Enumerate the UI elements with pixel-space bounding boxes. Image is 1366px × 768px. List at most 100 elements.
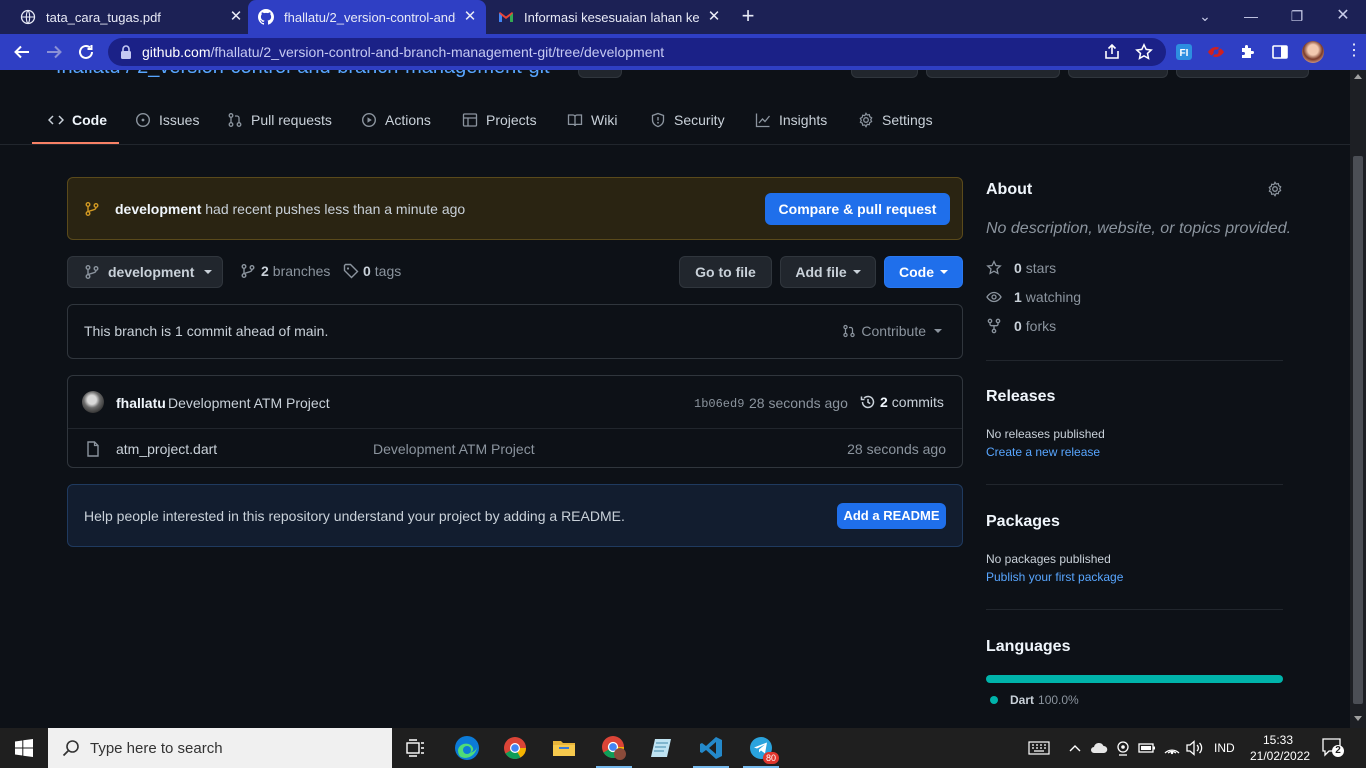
scrollbar-thumb[interactable] [1353, 156, 1363, 704]
chrome-profile-icon [602, 736, 626, 760]
webcam-icon[interactable] [1114, 739, 1132, 757]
create-release-link[interactable]: Create a new release [986, 445, 1100, 459]
tab-gmail[interactable]: Informasi kesesuaian lahan kedelai ✕ [490, 0, 722, 34]
search-icon [62, 740, 79, 757]
tab-issues[interactable]: Issues [135, 104, 199, 136]
file-commit-message[interactable]: Development ATM Project [373, 441, 535, 457]
code-dropdown-button[interactable]: Code [884, 256, 963, 288]
chevron-up-icon[interactable] [1066, 739, 1084, 757]
gear-icon[interactable] [1267, 181, 1283, 197]
minimize-button[interactable]: — [1240, 6, 1262, 26]
file-name-link[interactable]: atm_project.dart [116, 441, 217, 457]
tab-actions[interactable]: Actions [361, 104, 431, 136]
add-file-button[interactable]: Add file [780, 256, 876, 288]
scroll-down-icon[interactable] [1354, 716, 1362, 721]
new-tab-button[interactable]: + [738, 5, 758, 28]
tab-pull-requests[interactable]: Pull requests [227, 104, 332, 136]
tab-code[interactable]: Code [48, 104, 107, 136]
chrome-app[interactable] [491, 728, 539, 768]
tags-link[interactable]: 0 tags [343, 263, 401, 279]
publish-package-link[interactable]: Publish your first package [986, 570, 1123, 584]
battery-icon[interactable] [1138, 739, 1156, 757]
address-bar[interactable]: github.com/fhallatu/2_version-control-an… [108, 38, 1166, 66]
chevron-down-icon [934, 329, 942, 333]
clock[interactable]: 15:33 21/02/2022 [1250, 732, 1311, 764]
commit-message[interactable]: Development ATM Project [168, 395, 330, 411]
contribute-label: Contribute [861, 323, 926, 339]
tab-label: Insights [779, 112, 828, 128]
commits-link[interactable]: 2 commits [860, 394, 944, 410]
packages-heading[interactable]: Packages [986, 513, 1060, 531]
add-readme-button[interactable]: Add a README [837, 503, 946, 529]
tab-settings[interactable]: Settings [858, 104, 933, 136]
watchers-link[interactable]: 1 watching [986, 289, 1081, 305]
extension-eye-icon[interactable] [1207, 43, 1225, 61]
vscode-app[interactable] [687, 728, 735, 768]
close-tab-icon[interactable]: ✕ [706, 9, 722, 25]
scroll-up-icon[interactable] [1354, 74, 1362, 79]
task-view-icon [406, 739, 424, 757]
close-window-button[interactable]: ✕ [1332, 6, 1354, 26]
compare-pull-request-button[interactable]: Compare & pull request [765, 193, 950, 225]
tab-label: Settings [882, 112, 933, 128]
task-view-button[interactable] [392, 728, 440, 768]
profile-avatar[interactable] [1302, 41, 1324, 63]
branches-count: 2 [261, 263, 269, 279]
banner-branch[interactable]: development [115, 201, 201, 217]
input-language[interactable]: IND [1214, 741, 1235, 755]
file-explorer-app[interactable] [540, 728, 588, 768]
contribute-button[interactable]: Contribute [842, 323, 942, 339]
extension-fi-icon[interactable]: FI [1175, 43, 1193, 61]
stars-link[interactable]: 0 stars [986, 260, 1056, 276]
commit-time: 28 seconds ago [749, 395, 848, 411]
notes-app[interactable] [638, 728, 686, 768]
clock-time: 15:33 [1262, 733, 1294, 747]
tab-insights[interactable]: Insights [755, 104, 827, 136]
browser-menu-icon[interactable]: ⋮ [1346, 42, 1362, 60]
keyboard-icon[interactable] [1028, 739, 1050, 757]
branches-link[interactable]: 2 branches [240, 263, 330, 279]
stars-count: 0 [1014, 260, 1022, 276]
clock-date: 21/02/2022 [1250, 749, 1311, 763]
language-item[interactable]: Dart 100.0% [990, 693, 1079, 707]
edge-app[interactable] [443, 728, 491, 768]
bookmark-star-icon[interactable] [1135, 43, 1153, 61]
wifi-icon[interactable] [1163, 739, 1181, 757]
commit-sha[interactable]: 1b06ed9 [694, 397, 744, 411]
tab-label: Issues [159, 112, 200, 128]
page-scrollbar[interactable] [1350, 70, 1366, 728]
chrome-icon [504, 737, 526, 759]
forward-button[interactable] [43, 41, 65, 63]
extensions-puzzle-icon[interactable] [1239, 43, 1257, 61]
tab-github[interactable]: fhallatu/2_version-control-and-branch-ma… [248, 0, 486, 34]
avatar[interactable] [82, 391, 104, 413]
share-icon[interactable] [1103, 43, 1121, 61]
side-panel-icon[interactable] [1271, 43, 1289, 61]
close-tab-icon[interactable]: ✕ [462, 9, 478, 25]
telegram-app[interactable]: 80 [737, 728, 785, 768]
language-color-dot [990, 696, 998, 704]
volume-icon[interactable] [1186, 739, 1204, 757]
onedrive-icon[interactable] [1090, 739, 1108, 757]
tab-label: Projects [486, 112, 537, 128]
releases-heading[interactable]: Releases [986, 388, 1055, 406]
close-tab-icon[interactable]: ✕ [228, 9, 244, 25]
reload-button[interactable] [75, 41, 97, 63]
history-icon [860, 395, 875, 409]
tab-search-icon[interactable]: ⌄ [1194, 6, 1216, 26]
back-button[interactable] [11, 41, 33, 63]
go-to-file-button[interactable]: Go to file [679, 256, 772, 288]
commit-author[interactable]: fhallatu [116, 395, 166, 411]
chrome-profile-app[interactable] [590, 728, 638, 768]
tab-wiki[interactable]: Wiki [567, 104, 617, 136]
tab-pdf[interactable]: tata_cara_tugas.pdf ✕ [12, 0, 244, 34]
tab-projects[interactable]: Projects [462, 104, 537, 136]
notification-center-button[interactable]: 2 [1322, 738, 1344, 758]
forks-link[interactable]: 0 forks [986, 318, 1056, 334]
start-button[interactable] [0, 728, 48, 768]
branch-select-button[interactable]: development [67, 256, 223, 288]
taskbar-search[interactable]: Type here to search [48, 728, 392, 768]
forks-label: forks [1025, 318, 1057, 334]
tab-security[interactable]: Security [650, 104, 725, 136]
maximize-button[interactable]: ❐ [1286, 6, 1308, 26]
